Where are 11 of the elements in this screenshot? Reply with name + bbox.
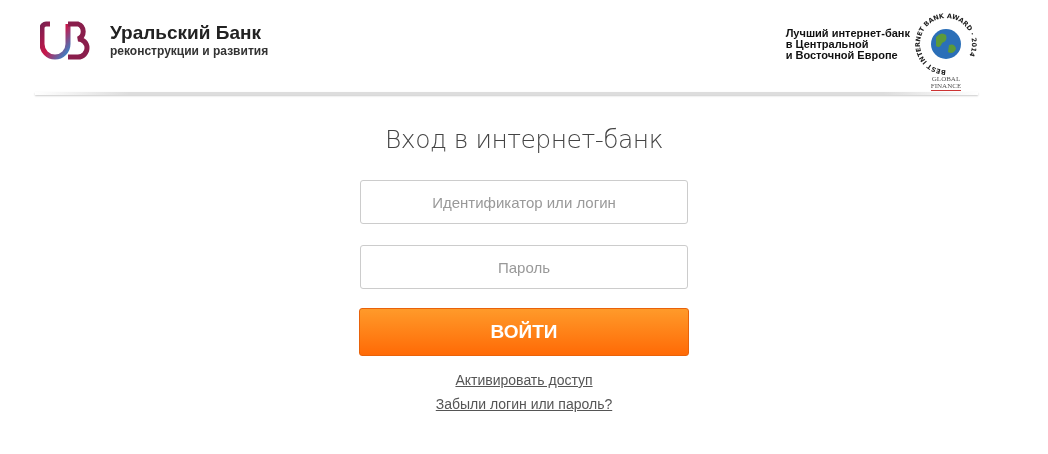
link[interactable]: Активировать доступ xyxy=(455,370,593,390)
award-text: и Восточной Европе xyxy=(785,50,899,61)
award-text: в Центральной xyxy=(785,39,869,50)
bank-subtitle: реконструкции и развития xyxy=(110,44,269,58)
input-field[interactable]: Идентификатор или логин xyxy=(360,180,688,224)
input-field[interactable]: Пароль xyxy=(360,245,688,289)
bank-logo-icon xyxy=(40,20,92,60)
link[interactable]: Забыли логин или пароль? xyxy=(435,394,613,414)
bank-name: Уральский Банк xyxy=(110,22,262,44)
award-text: Лучший интернет-банк xyxy=(785,28,910,39)
login-title: Вход в интернет-банк xyxy=(385,125,663,154)
